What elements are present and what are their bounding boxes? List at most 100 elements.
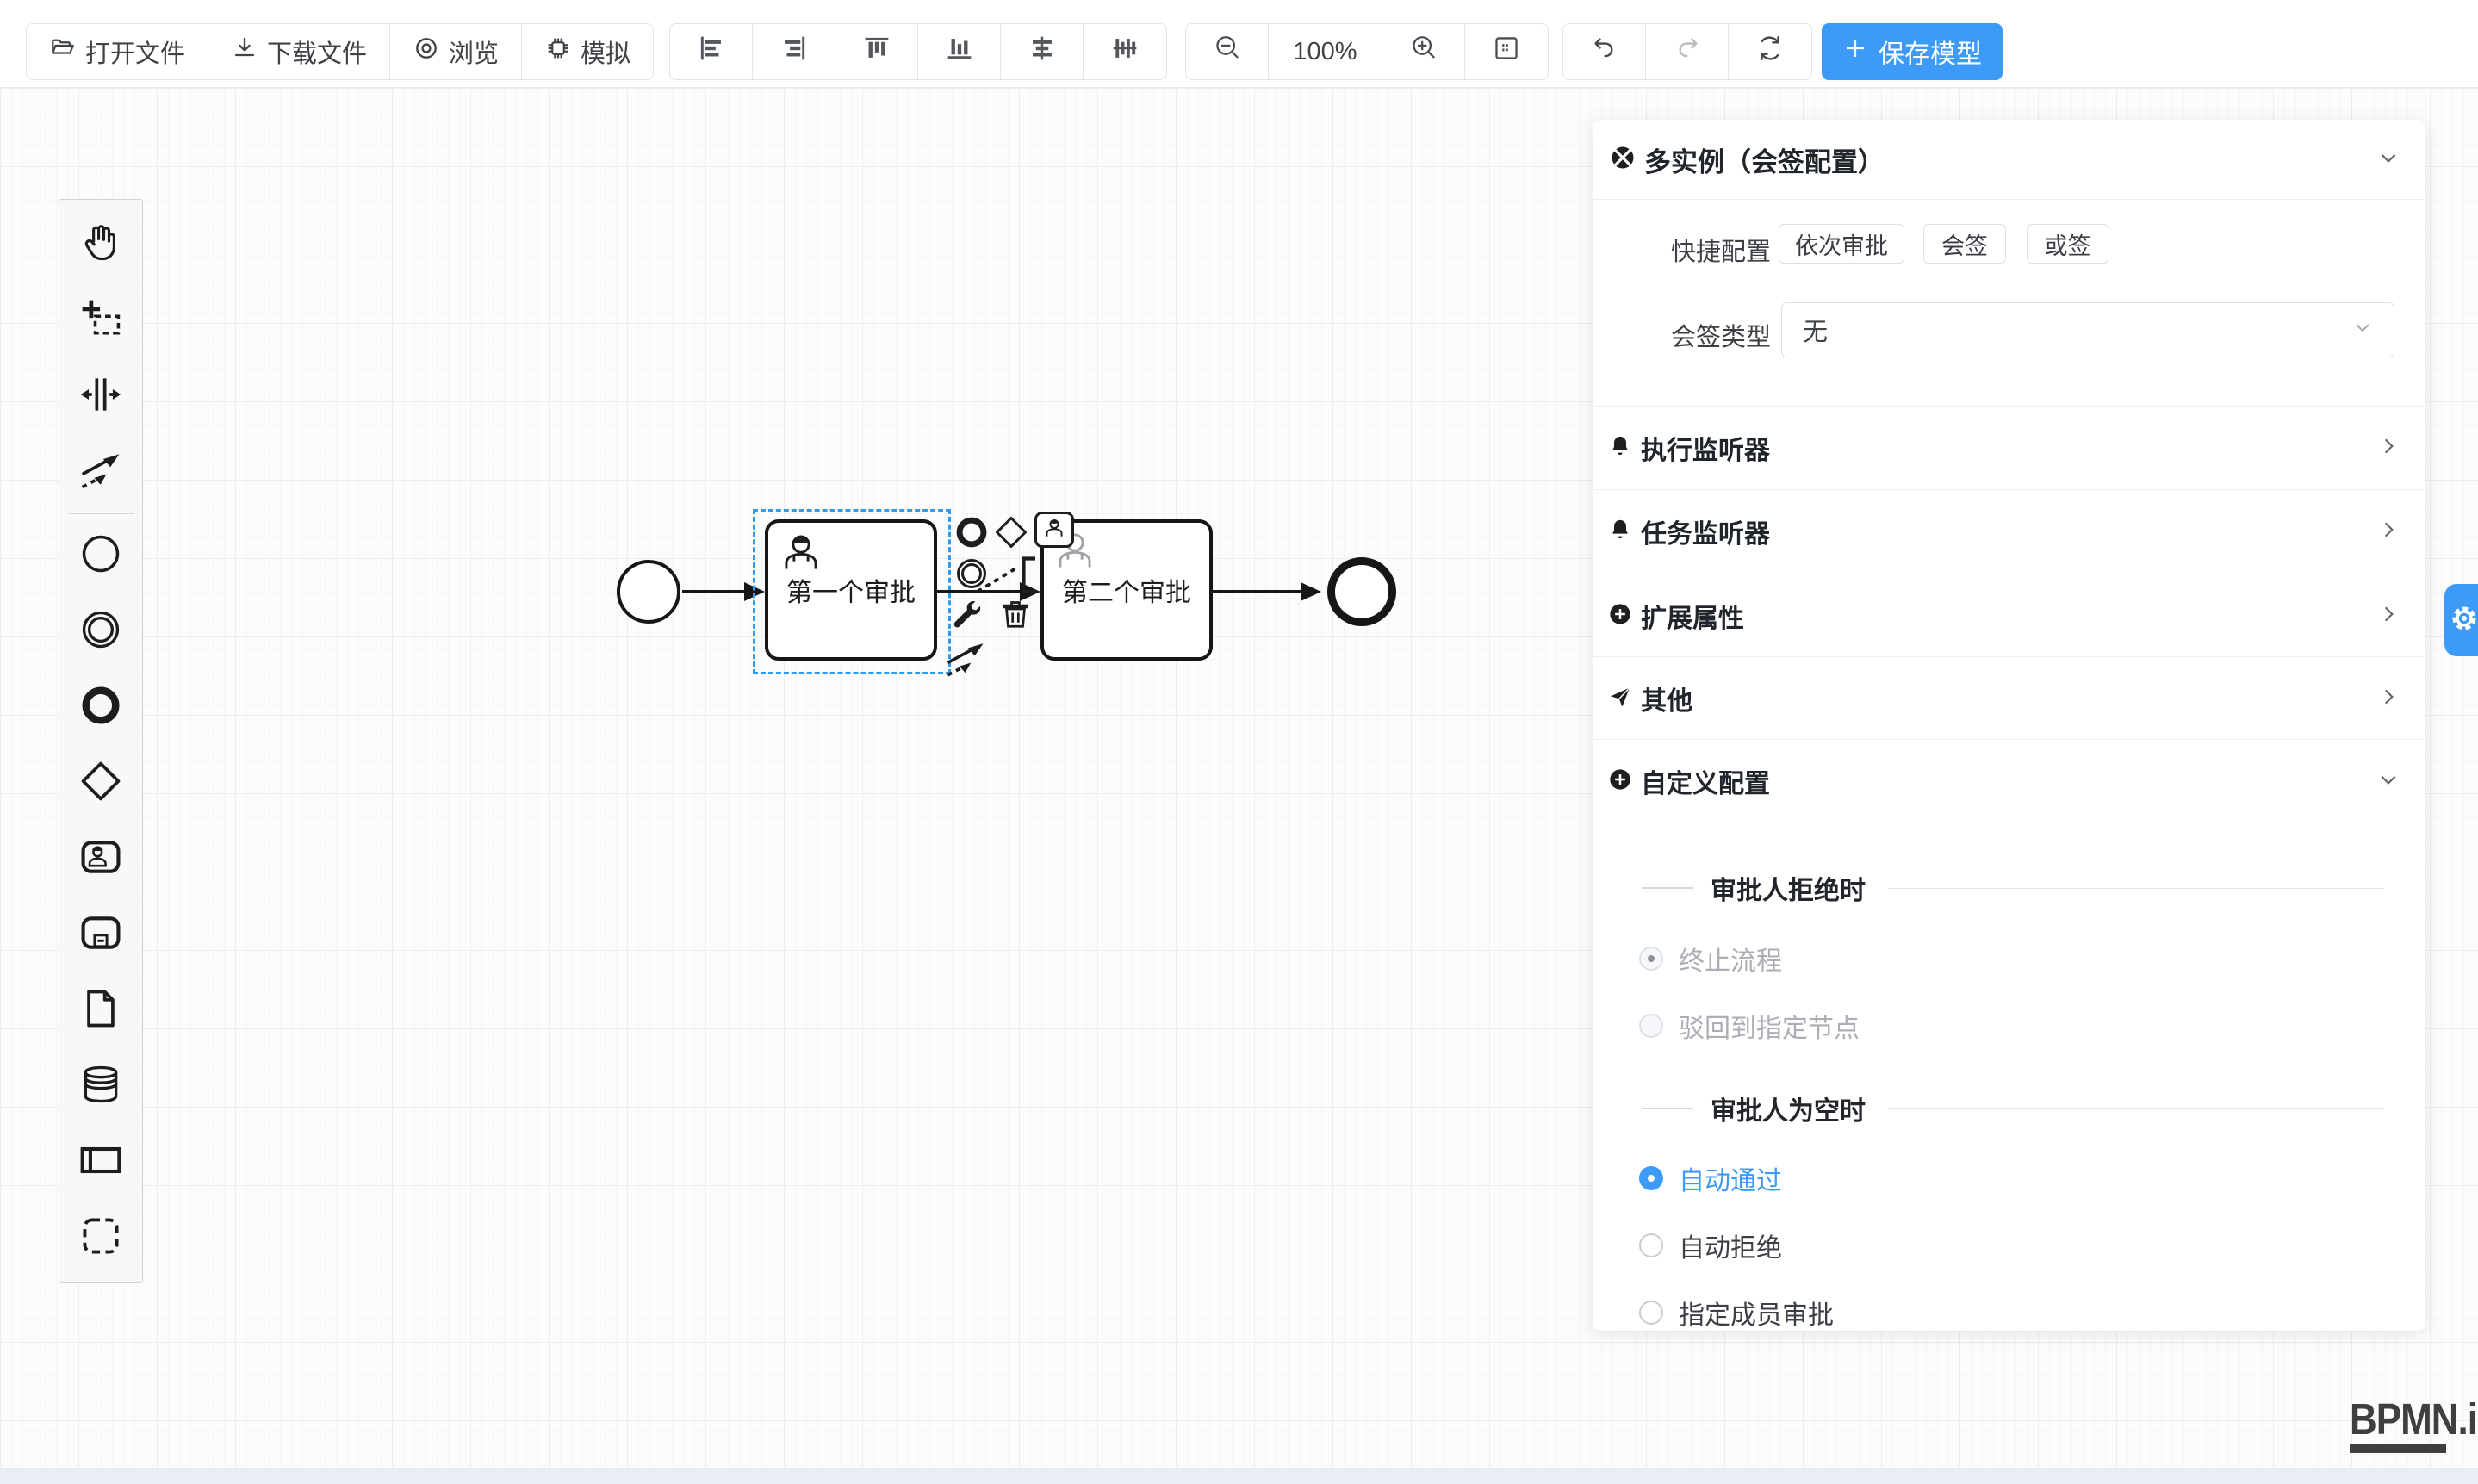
create-group[interactable]	[59, 1200, 142, 1276]
zoom-in-button[interactable]	[1382, 24, 1465, 79]
align-right-button[interactable]	[753, 24, 835, 79]
sub-process-icon	[78, 910, 123, 959]
eye-icon	[413, 34, 440, 69]
quick-config-any-button[interactable]: 或签	[2027, 224, 2108, 264]
radio-icon	[1639, 1233, 1663, 1257]
redo-icon	[1673, 34, 1702, 70]
data-store-icon	[78, 1062, 123, 1111]
section-execution-listeners[interactable]: 执行监听器	[1593, 406, 2425, 489]
section-other[interactable]: 其他	[1593, 656, 2425, 740]
distribute-vertical-icon	[1110, 34, 1140, 70]
group-heading-on-empty: 审批人为空时	[1593, 1090, 2425, 1127]
align-left-button[interactable]	[670, 24, 753, 79]
panel-title: 多实例（会签配置）	[1644, 140, 2377, 179]
start-event-shape[interactable]	[617, 560, 680, 624]
change-type-button[interactable]	[948, 596, 984, 636]
reset-icon	[1755, 34, 1785, 70]
section-label: 扩展属性	[1641, 597, 2377, 635]
create-start-event[interactable]	[59, 518, 142, 593]
user-task-shape-1[interactable]: 第一个审批	[765, 519, 937, 661]
bpmn-io-logo[interactable]: BPMN.iO	[2350, 1399, 2478, 1453]
redo-button[interactable]	[1646, 24, 1729, 79]
chevron-right-icon	[2377, 435, 2400, 462]
undo-button[interactable]	[1563, 24, 1646, 79]
distribute-horizontal-button[interactable]	[1001, 24, 1084, 79]
sequence-flow[interactable]	[1213, 590, 1302, 593]
lasso-tool[interactable]	[59, 283, 142, 358]
heading-line	[1888, 888, 2384, 889]
fit-viewport-button[interactable]	[1465, 24, 1548, 79]
space-tool[interactable]	[59, 358, 142, 434]
append-user-task-button[interactable]	[1034, 512, 1074, 548]
append-text-annotation-button[interactable]	[976, 556, 1038, 599]
open-file-label: 打开文件	[85, 34, 185, 70]
palette-separator	[68, 513, 134, 514]
create-user-task[interactable]	[59, 821, 142, 897]
chevron-down-icon[interactable]	[2377, 146, 2400, 173]
sequence-flow[interactable]	[682, 590, 746, 593]
align-top-icon	[862, 34, 891, 70]
folder-open-icon	[49, 34, 77, 69]
align-bottom-icon	[945, 34, 974, 70]
section-task-listeners[interactable]: 任务监听器	[1593, 489, 2425, 573]
multi-type-value: 无	[1803, 312, 2352, 348]
simulate-button[interactable]: 模拟	[522, 24, 653, 79]
save-model-button[interactable]: 保存模型	[1822, 23, 2003, 80]
radio-auto-reject[interactable]: 自动拒绝	[1639, 1226, 1782, 1264]
settings-tab[interactable]	[2444, 584, 2478, 656]
open-file-button[interactable]: 打开文件	[27, 24, 208, 79]
connect-button[interactable]	[944, 637, 987, 685]
radio-terminate-process[interactable]: 终止流程	[1639, 940, 1782, 978]
multi-type-select[interactable]: 无	[1781, 302, 2394, 357]
download-file-button[interactable]: 下载文件	[208, 24, 390, 79]
chevron-right-icon	[2377, 518, 2400, 545]
global-connect-tool[interactable]	[59, 434, 142, 510]
delete-button[interactable]	[997, 596, 1034, 636]
zoom-level: 100%	[1269, 24, 1382, 79]
create-intermediate-event[interactable]	[59, 593, 142, 669]
fit-viewport-icon	[1492, 34, 1521, 70]
undo-icon	[1590, 34, 1619, 70]
create-data-store[interactable]	[59, 1048, 142, 1124]
align-bottom-button[interactable]	[918, 24, 1001, 79]
radio-icon	[1639, 1014, 1663, 1038]
radio-auto-pass[interactable]: 自动通过	[1639, 1159, 1782, 1197]
section-label: 自定义配置	[1641, 762, 2377, 800]
download-icon	[231, 34, 258, 69]
element-palette	[59, 199, 143, 1283]
append-end-event-icon	[953, 539, 990, 554]
create-sub-process[interactable]	[59, 897, 142, 972]
quick-config-sequential-button[interactable]: 依次审批	[1779, 224, 1904, 264]
preview-button[interactable]: 浏览	[390, 24, 522, 79]
paper-plane-icon	[1608, 685, 1632, 713]
hand-tool[interactable]	[59, 207, 142, 283]
end-event-shape[interactable]	[1327, 557, 1396, 626]
radio-return-to-node[interactable]: 驳回到指定节点	[1639, 1007, 1860, 1045]
create-end-event[interactable]	[59, 669, 142, 745]
group-heading-on-reject: 审批人拒绝时	[1593, 869, 2425, 907]
plus-circle-icon	[1608, 767, 1632, 796]
distribute-vertical-button[interactable]	[1084, 24, 1166, 79]
section-custom-config[interactable]: 自定义配置	[1593, 739, 2425, 823]
align-top-button[interactable]	[835, 24, 918, 79]
wrench-icon	[948, 621, 984, 636]
create-participant[interactable]	[59, 1124, 142, 1200]
radio-icon	[1639, 1166, 1663, 1190]
create-gateway[interactable]	[59, 745, 142, 821]
append-end-event-button[interactable]	[953, 514, 990, 555]
append-gateway-button[interactable]	[993, 514, 1029, 555]
global-connect-icon	[78, 448, 123, 497]
trash-icon	[997, 621, 1034, 636]
create-data-object[interactable]	[59, 972, 142, 1048]
user-task-icon	[78, 835, 123, 884]
quick-config-parallel-button[interactable]: 会签	[1923, 224, 2006, 264]
radio-label: 自动通过	[1679, 1159, 1782, 1197]
section-extension-properties[interactable]: 扩展属性	[1593, 574, 2425, 657]
panel-header[interactable]: 多实例（会签配置）	[1593, 120, 2425, 200]
multi-type-label: 会签类型	[1624, 317, 1771, 353]
zoom-out-button[interactable]	[1186, 24, 1269, 79]
zoom-out-icon	[1213, 34, 1242, 70]
reset-button[interactable]	[1729, 24, 1811, 79]
quick-config-label: 快捷配置	[1624, 232, 1771, 268]
radio-assign-member[interactable]: 指定成员审批	[1639, 1294, 1834, 1332]
